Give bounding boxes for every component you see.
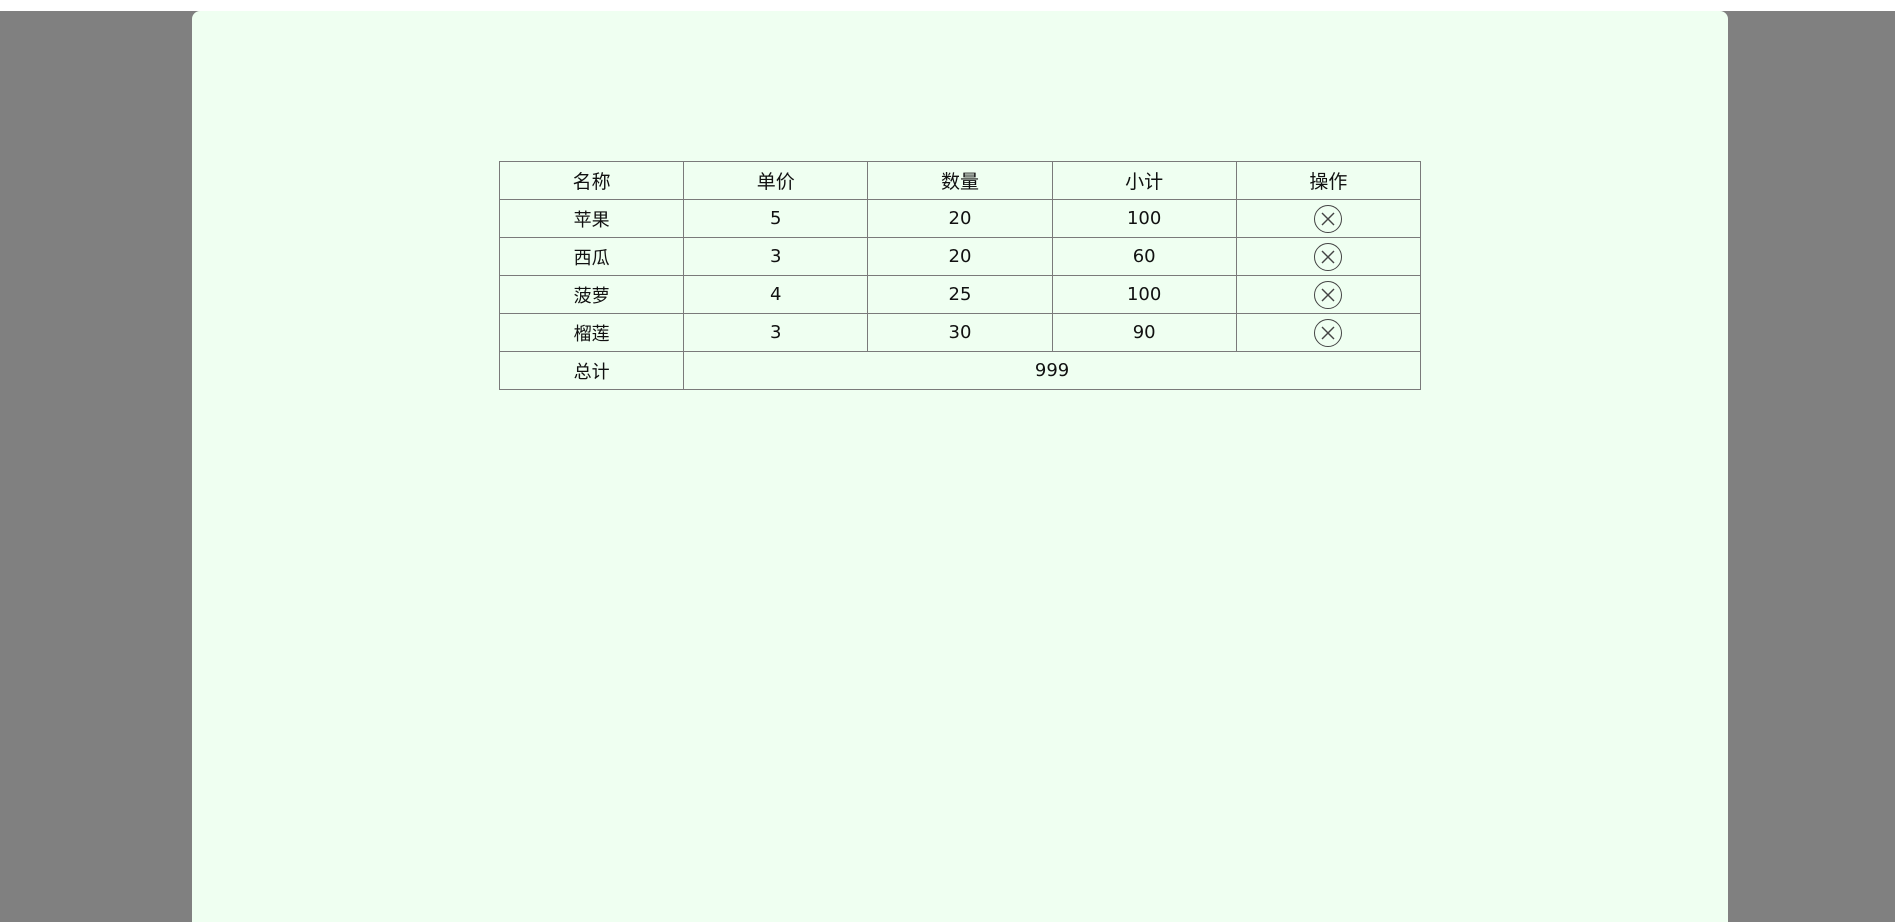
total-row: 总计 999: [498, 351, 1421, 390]
header-action: 操作: [1235, 161, 1422, 200]
table-header-row: 名称 单价 数量 小计 操作: [498, 161, 1422, 200]
cart-table: 名称 单价 数量 小计 操作 苹果 5 20 100 西瓜 3 20 60 菠萝…: [498, 161, 1422, 390]
content-panel: 名称 单价 数量 小计 操作 苹果 5 20 100 西瓜 3 20 60 菠萝…: [192, 11, 1728, 922]
delete-row-button[interactable]: [1314, 204, 1343, 233]
header-quantity: 数量: [867, 161, 1053, 200]
cell-action: [1235, 237, 1422, 276]
cell-action: [1235, 275, 1422, 314]
cell-quantity: 20: [867, 199, 1053, 238]
cell-price: 4: [683, 275, 869, 314]
total-value: 999: [683, 351, 1421, 390]
cell-action: [1235, 313, 1422, 352]
cell-price: 5: [683, 199, 869, 238]
table-row: 榴莲 3 30 90: [498, 313, 1422, 352]
cell-price: 3: [683, 313, 869, 352]
cell-quantity: 20: [867, 237, 1053, 276]
close-circle-icon: [1321, 326, 1335, 339]
header-name: 名称: [498, 161, 685, 200]
delete-row-button[interactable]: [1314, 242, 1343, 271]
cell-subtotal: 60: [1051, 237, 1237, 276]
cell-price: 3: [683, 237, 869, 276]
close-circle-icon: [1321, 250, 1335, 263]
header-subtotal: 小计: [1051, 161, 1237, 200]
cell-subtotal: 100: [1051, 275, 1237, 314]
delete-row-button[interactable]: [1314, 280, 1343, 309]
close-circle-icon: [1321, 212, 1335, 225]
cell-subtotal: 100: [1051, 199, 1237, 238]
header-price: 单价: [683, 161, 869, 200]
close-circle-icon: [1321, 288, 1335, 301]
cell-name: 榴莲: [498, 313, 685, 352]
cell-quantity: 25: [867, 275, 1053, 314]
cell-name: 苹果: [498, 199, 685, 238]
delete-row-button[interactable]: [1314, 318, 1343, 347]
table-row: 菠萝 4 25 100: [498, 275, 1422, 314]
cell-quantity: 30: [867, 313, 1053, 352]
table-row: 苹果 5 20 100: [498, 199, 1422, 238]
cell-name: 菠萝: [498, 275, 685, 314]
cell-name: 西瓜: [498, 237, 685, 276]
total-label: 总计: [498, 351, 685, 390]
table-row: 西瓜 3 20 60: [498, 237, 1422, 276]
cell-action: [1235, 199, 1422, 238]
cell-subtotal: 90: [1051, 313, 1237, 352]
